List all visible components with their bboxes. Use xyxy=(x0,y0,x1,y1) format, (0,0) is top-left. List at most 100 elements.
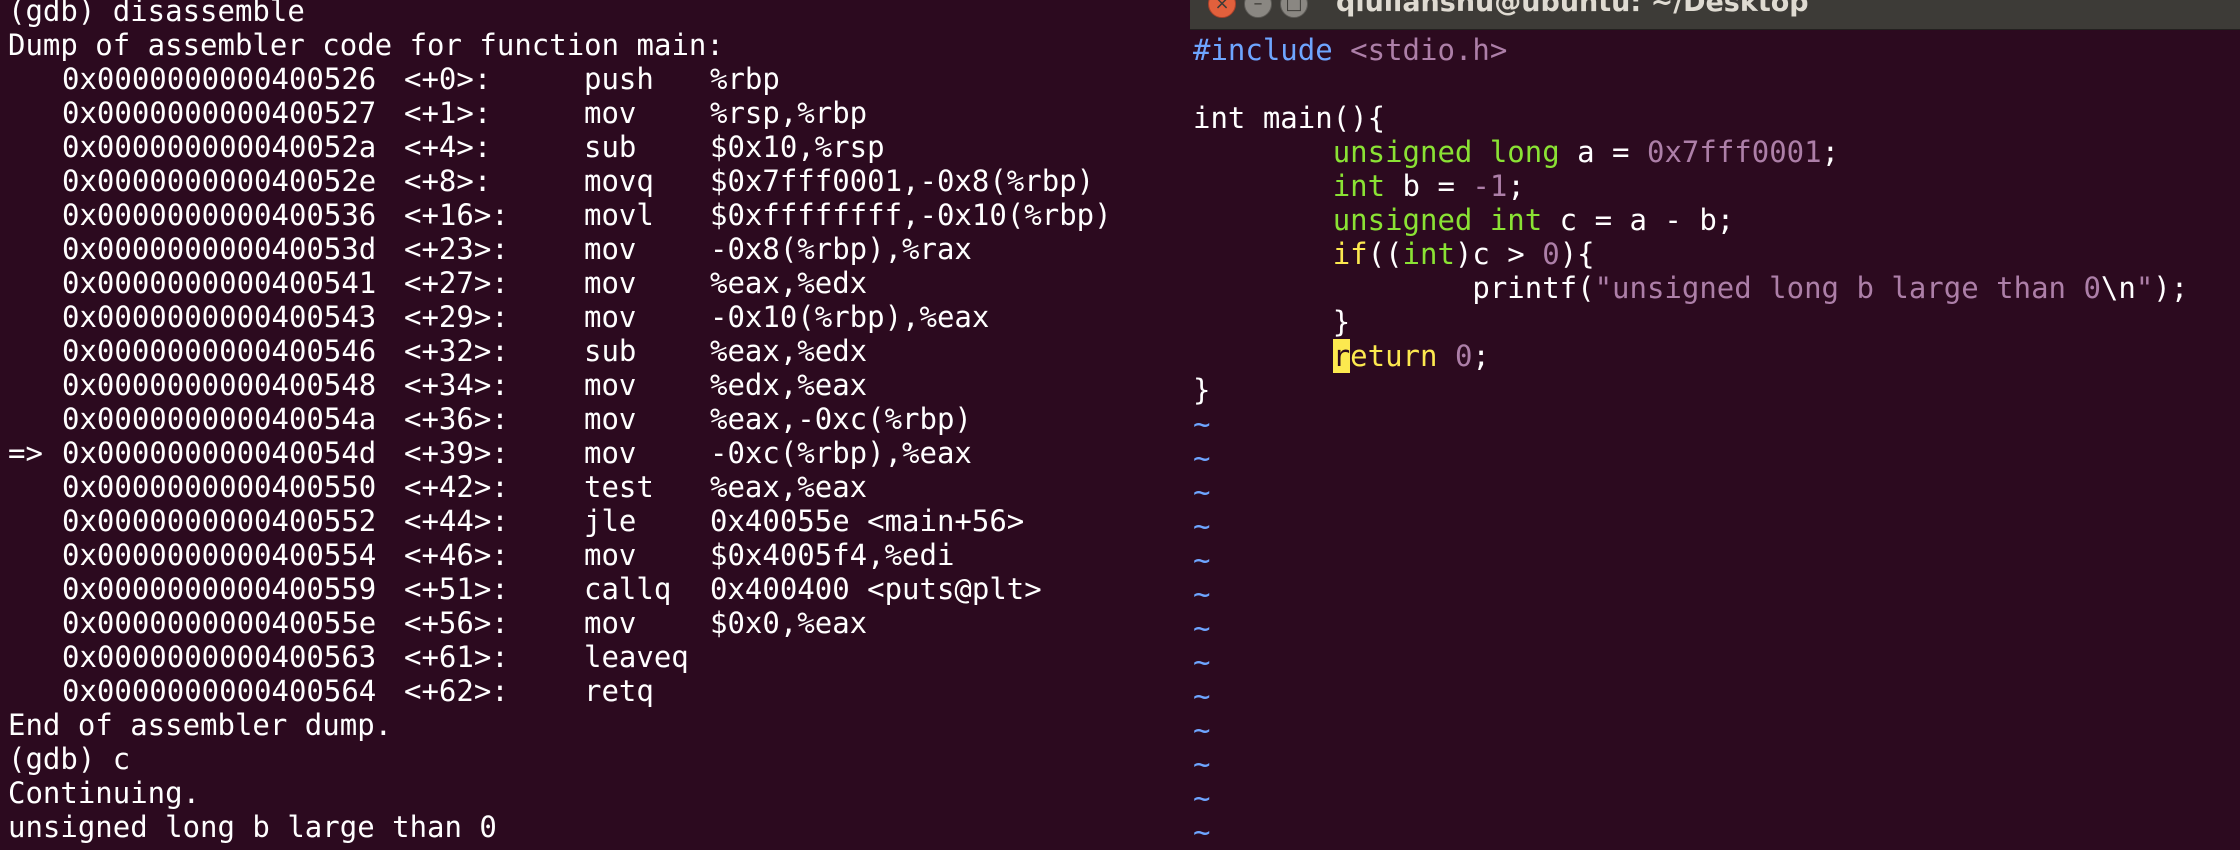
code-line-declare-c: unsigned int c = a - b; xyxy=(1332,203,1735,237)
gdb-terminal[interactable]: (gdb) disassemble Dump of assembler code… xyxy=(0,0,1190,850)
asm-operands: $0x4005f4,%edi xyxy=(710,538,955,572)
empty-line-tilde: ~ xyxy=(1193,679,1211,713)
asm-mnemonic: test xyxy=(584,470,654,504)
asm-offset: <+42>: xyxy=(404,470,509,504)
asm-address: 0x0000000000400546 xyxy=(62,334,377,368)
asm-offset: <+1>: xyxy=(404,96,492,130)
asm-operands: $0x7fff0001,-0x8(%rbp) xyxy=(710,164,1095,198)
asm-operands: %eax,-0xc(%rbp) xyxy=(710,402,972,436)
asm-address: 0x0000000000400563 xyxy=(62,640,377,674)
gdb-command-line: (gdb) disassemble xyxy=(8,0,305,28)
code-line-main-signature: int main(){ xyxy=(1193,101,1386,135)
asm-offset: <+27>: xyxy=(404,266,509,300)
code-line-if: if((int)c > 0){ xyxy=(1332,237,1595,271)
window-title: qiulianshu@ubuntu: ~/Desktop xyxy=(1336,0,1809,18)
asm-address: 0x0000000000400527 xyxy=(62,96,377,130)
asm-operands: %edx,%eax xyxy=(710,368,868,402)
empty-line-tilde: ~ xyxy=(1193,815,1211,849)
asm-mnemonic: push xyxy=(584,62,654,96)
asm-address: 0x0000000000400554 xyxy=(62,538,377,572)
empty-line-tilde: ~ xyxy=(1193,441,1211,475)
text-cursor: r xyxy=(1332,339,1351,373)
asm-address: 0x0000000000400536 xyxy=(62,198,377,232)
type-keyword: unsigned long xyxy=(1332,135,1560,169)
asm-mnemonic: movq xyxy=(584,164,654,198)
asm-operands: %eax,%eax xyxy=(710,470,868,504)
asm-address: 0x0000000000400550 xyxy=(62,470,377,504)
asm-operands: -0xc(%rbp),%eax xyxy=(710,436,972,470)
asm-address: 0x000000000040054a xyxy=(62,402,377,436)
empty-line-tilde: ~ xyxy=(1193,645,1211,679)
asm-operands: %eax,%edx xyxy=(710,266,868,300)
number-literal: 0 xyxy=(1542,237,1560,271)
vim-terminal[interactable]: × – □ qiulianshu@ubuntu: ~/Desktop #incl… xyxy=(1190,0,2240,850)
string-literal: "unsigned long b large than 0 xyxy=(1594,271,2101,305)
asm-operands: %rbp xyxy=(710,62,780,96)
asm-offset: <+56>: xyxy=(404,606,509,640)
code-line-return: return 0; xyxy=(1332,339,1490,373)
empty-line-tilde: ~ xyxy=(1193,509,1211,543)
asm-mnemonic: mov xyxy=(584,436,637,470)
disassembly-footer: End of assembler dump. xyxy=(8,708,393,742)
asm-mnemonic: movl xyxy=(584,198,654,232)
program-output-line: unsigned long b large than 0 xyxy=(8,810,497,844)
if-keyword: if xyxy=(1332,237,1368,271)
maximize-window-button[interactable]: □ xyxy=(1280,0,1308,18)
asm-offset: <+34>: xyxy=(404,368,509,402)
close-window-button[interactable]: × xyxy=(1208,0,1236,18)
number-literal: 0 xyxy=(1454,339,1473,373)
asm-address: 0x0000000000400526 xyxy=(62,62,377,96)
code-line-close-main: } xyxy=(1193,373,1211,407)
gdb-continue-command: (gdb) c xyxy=(8,742,131,776)
code-line-printf: printf("unsigned long b large than 0\n")… xyxy=(1472,271,2189,305)
disassembly-header: Dump of assembler code for function main… xyxy=(8,28,724,62)
escape-sequence: \n xyxy=(2100,271,2136,305)
asm-offset: <+16>: xyxy=(404,198,509,232)
asm-operands: %eax,%edx xyxy=(710,334,868,368)
asm-address: 0x0000000000400543 xyxy=(62,300,377,334)
asm-mnemonic: mov xyxy=(584,402,637,436)
asm-mnemonic: mov xyxy=(584,606,637,640)
asm-operands: $0xffffffff,-0x10(%rbp) xyxy=(710,198,1112,232)
asm-offset: <+4>: xyxy=(404,130,492,164)
asm-address: 0x0000000000400541 xyxy=(62,266,377,300)
asm-offset: <+29>: xyxy=(404,300,509,334)
asm-mnemonic: callq xyxy=(584,572,672,606)
number-literal: -1 xyxy=(1472,169,1508,203)
asm-offset: <+44>: xyxy=(404,504,509,538)
asm-address: 0x0000000000400552 xyxy=(62,504,377,538)
asm-mnemonic: mov xyxy=(584,368,637,402)
asm-mnemonic: sub xyxy=(584,130,637,164)
gdb-continuing-line: Continuing. xyxy=(8,776,201,810)
empty-line-tilde: ~ xyxy=(1193,713,1211,747)
window-titlebar[interactable]: × – □ qiulianshu@ubuntu: ~/Desktop xyxy=(1190,0,2240,30)
asm-mnemonic: mov xyxy=(584,232,637,266)
code-line-close-if: } xyxy=(1332,305,1351,339)
asm-offset: <+8>: xyxy=(404,164,492,198)
type-keyword: int xyxy=(1402,237,1455,271)
empty-line-tilde: ~ xyxy=(1193,407,1211,441)
desktop-screen: (gdb) disassemble Dump of assembler code… xyxy=(0,0,2240,850)
asm-operands: 0x40055e <main+56> xyxy=(710,504,1025,538)
code-line-include: #include <stdio.h> xyxy=(1193,33,1507,67)
asm-offset: <+0>: xyxy=(404,62,492,96)
asm-operands: -0x10(%rbp),%eax xyxy=(710,300,990,334)
asm-operands: $0x0,%eax xyxy=(710,606,868,640)
asm-address: 0x000000000040054d xyxy=(62,436,377,470)
return-keyword: eturn xyxy=(1350,339,1438,373)
minimize-window-button[interactable]: – xyxy=(1244,0,1272,18)
asm-offset: <+51>: xyxy=(404,572,509,606)
asm-mnemonic: mov xyxy=(584,96,637,130)
type-keyword: unsigned int xyxy=(1332,203,1543,237)
asm-mnemonic: retq xyxy=(584,674,654,708)
include-directive: #include xyxy=(1193,33,1333,67)
asm-address: 0x000000000040052a xyxy=(62,130,377,164)
asm-offset: <+62>: xyxy=(404,674,509,708)
asm-mnemonic: jle xyxy=(584,504,637,538)
asm-mnemonic: leaveq xyxy=(584,640,689,674)
asm-mnemonic: mov xyxy=(584,300,637,334)
empty-line-tilde: ~ xyxy=(1193,577,1211,611)
asm-offset: <+61>: xyxy=(404,640,509,674)
asm-offset: <+46>: xyxy=(404,538,509,572)
asm-address: 0x0000000000400548 xyxy=(62,368,377,402)
